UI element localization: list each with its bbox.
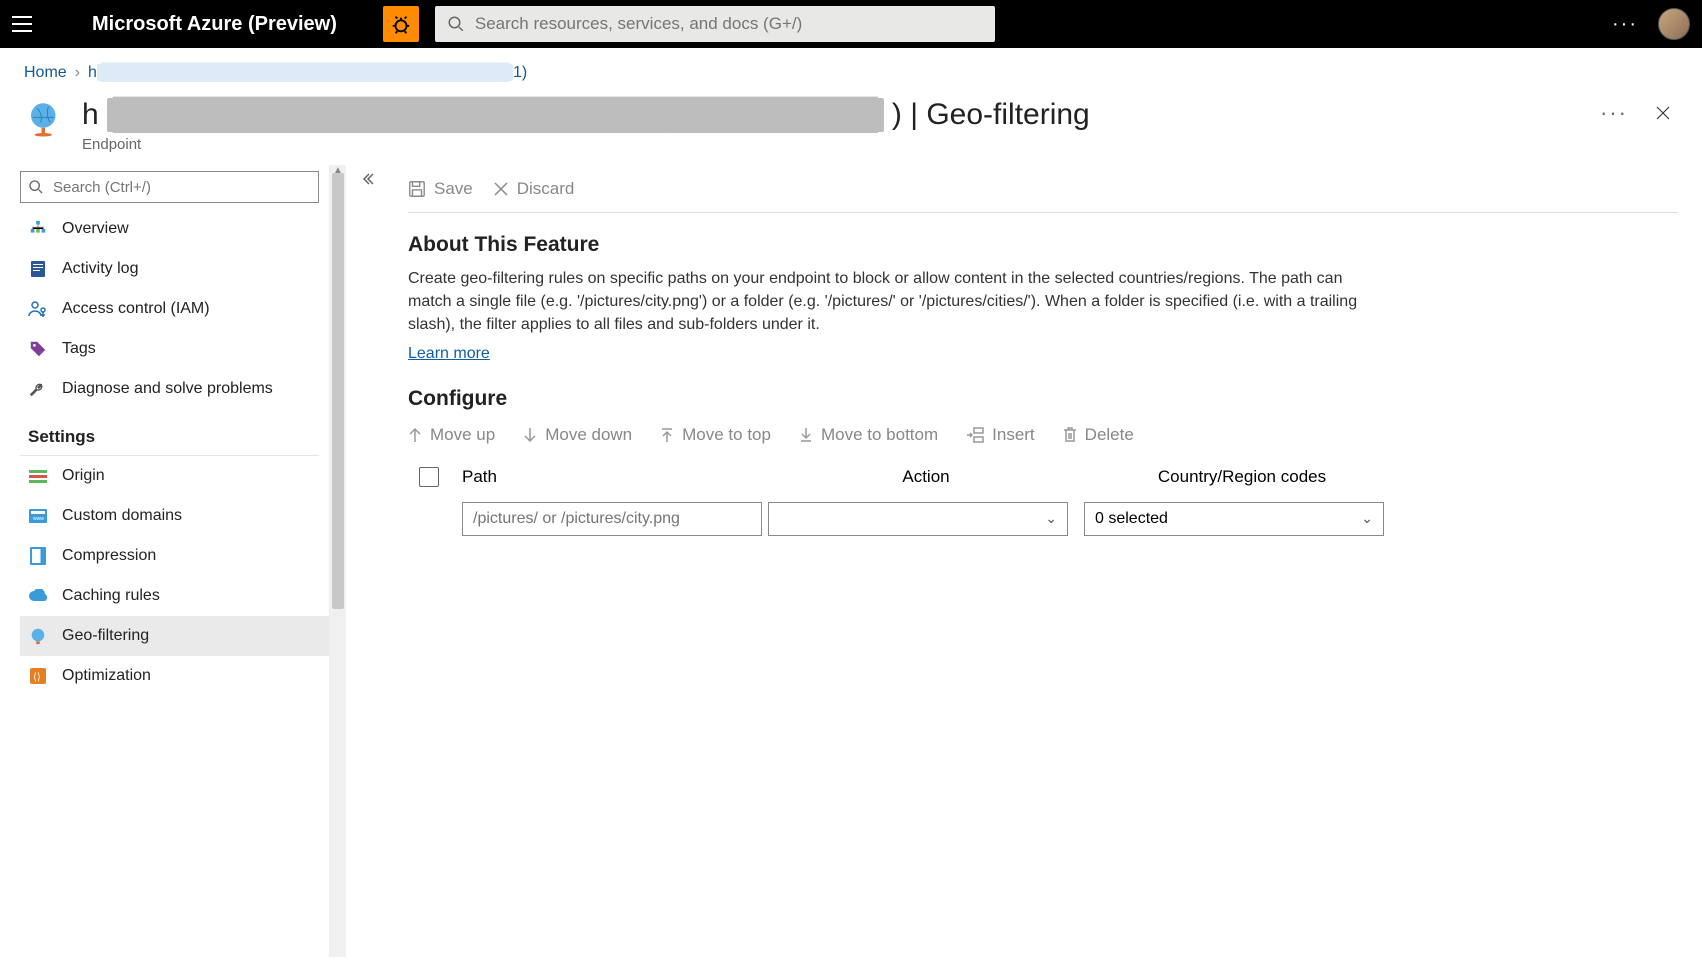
move-to-top-button[interactable]: Move to top <box>660 425 771 445</box>
main-content: Save Discard About This Feature Create g… <box>390 165 1702 957</box>
command-bar: Save Discard <box>408 165 1678 213</box>
chevron-down-icon: ⌄ <box>1361 510 1373 527</box>
trash-icon <box>1063 427 1077 443</box>
about-text: Create geo-filtering rules on specific p… <box>408 267 1388 337</box>
sidebar-item-geo-filtering[interactable]: Geo-filtering <box>20 616 329 656</box>
sidebar-item-tags[interactable]: Tags <box>20 329 329 369</box>
column-path: Path <box>450 467 762 487</box>
configure-heading: Configure <box>408 387 1678 411</box>
sidebar-item-custom-domains[interactable]: www Custom domains <box>20 496 329 536</box>
svg-text:www: www <box>33 516 44 522</box>
globe-icon <box>24 98 66 140</box>
scrollbar-thumb[interactable] <box>332 173 344 609</box>
configure-toolbar: Move up Move down Move to top Move to bo… <box>408 425 1678 445</box>
chevron-down-icon: ⌄ <box>1045 510 1057 527</box>
breadcrumb: Home › h████████████████████████████████… <box>0 48 1702 90</box>
page-subtitle: Endpoint <box>82 136 1584 153</box>
sidebar-item-access-control[interactable]: Access control (IAM) <box>20 289 329 329</box>
arrow-top-icon <box>660 427 674 443</box>
menu-icon[interactable] <box>12 12 36 36</box>
sidebar-item-compression[interactable]: Compression <box>20 536 329 576</box>
log-icon <box>28 259 48 279</box>
path-input[interactable] <box>462 502 762 536</box>
country-codes-select[interactable]: 0 selected ⌄ <box>1084 502 1384 536</box>
sidebar-item-label: Optimization <box>62 667 151 685</box>
sidebar-item-label: Caching rules <box>62 587 160 605</box>
close-icon[interactable] <box>1648 98 1678 128</box>
global-search-input[interactable] <box>475 14 983 34</box>
svg-text:⟨⟩: ⟨⟩ <box>33 672 41 683</box>
arrow-down-icon <box>523 427 537 443</box>
optimization-icon: ⟨⟩ <box>28 666 48 686</box>
avatar[interactable] <box>1658 8 1690 40</box>
arrow-bottom-icon <box>799 427 813 443</box>
sidebar-item-origin[interactable]: Origin <box>20 456 329 496</box>
sidebar-item-label: Origin <box>62 467 105 485</box>
sidebar-item-activity-log[interactable]: Activity log <box>20 249 329 289</box>
more-icon[interactable]: ··· <box>1612 13 1638 36</box>
bug-icon[interactable] <box>383 6 419 42</box>
sidebar-section-settings: Settings <box>20 409 319 456</box>
origin-icon <box>28 466 48 486</box>
top-bar: Microsoft Azure (Preview) ··· <box>0 0 1702 48</box>
domains-icon: www <box>28 506 48 526</box>
select-all-checkbox[interactable] <box>419 467 439 487</box>
action-select[interactable]: ⌄ <box>768 502 1068 536</box>
sidebar-item-overview[interactable]: Overview <box>20 209 329 249</box>
move-up-button[interactable]: Move up <box>408 425 495 445</box>
sidebar-item-label: Tags <box>62 340 96 358</box>
save-button[interactable]: Save <box>408 179 473 199</box>
move-down-button[interactable]: Move down <box>523 425 632 445</box>
table-header: Path Action Country/Region codes <box>408 457 1678 497</box>
sidebar-item-caching-rules[interactable]: Caching rules <box>20 576 329 616</box>
sidebar-item-label: Diagnose and solve problems <box>62 380 273 398</box>
tag-icon <box>28 339 48 359</box>
sidebar-item-diagnose[interactable]: Diagnose and solve problems <box>20 369 329 409</box>
sidebar-item-label: Activity log <box>62 260 138 278</box>
sidebar-search-input[interactable] <box>20 171 319 203</box>
compression-icon <box>28 546 48 566</box>
collapse-sidebar-button[interactable] <box>346 165 390 957</box>
wrench-icon <box>28 379 48 399</box>
delete-button[interactable]: Delete <box>1063 425 1134 445</box>
sidebar-search[interactable] <box>20 171 319 203</box>
page-header: h ████████████████████████████████████ )… <box>0 90 1702 165</box>
sidebar-item-label: Custom domains <box>62 507 182 525</box>
header-more-icon[interactable]: ··· <box>1600 100 1628 126</box>
move-to-bottom-button[interactable]: Move to bottom <box>799 425 938 445</box>
overview-icon <box>28 219 48 239</box>
insert-icon <box>966 427 984 443</box>
column-codes: Country/Region codes <box>1078 467 1394 487</box>
about-heading: About This Feature <box>408 233 1678 257</box>
sidebar-item-label: Compression <box>62 547 156 565</box>
page-title: h ████████████████████████████████████ )… <box>82 98 1584 132</box>
arrow-up-icon <box>408 427 422 443</box>
globe-icon <box>28 626 48 646</box>
discard-icon <box>493 181 509 197</box>
sidebar-scrollbar[interactable]: ▲ <box>330 165 346 957</box>
global-search[interactable] <box>435 6 995 42</box>
breadcrumb-item[interactable]: h████████████████████████████████████1) <box>88 64 527 82</box>
save-icon <box>408 180 426 198</box>
search-icon <box>28 179 44 195</box>
breadcrumb-home[interactable]: Home <box>24 64 67 82</box>
sidebar-item-label: Overview <box>62 220 129 238</box>
sidebar: Overview Activity log Access control (IA… <box>0 165 330 957</box>
search-icon <box>447 15 465 33</box>
sidebar-item-label: Access control (IAM) <box>62 300 210 318</box>
brand-label: Microsoft Azure (Preview) <box>92 13 337 36</box>
insert-button[interactable]: Insert <box>966 425 1035 445</box>
column-action: Action <box>762 467 1078 487</box>
learn-more-link[interactable]: Learn more <box>408 345 490 362</box>
discard-button[interactable]: Discard <box>493 179 575 199</box>
cloud-icon <box>28 586 48 606</box>
chevron-right-icon: › <box>75 64 80 82</box>
table-row: ⌄ 0 selected ⌄ <box>408 497 1678 541</box>
sidebar-item-label: Geo-filtering <box>62 627 149 645</box>
sidebar-item-optimization[interactable]: ⟨⟩ Optimization <box>20 656 329 696</box>
iam-icon <box>28 299 48 319</box>
